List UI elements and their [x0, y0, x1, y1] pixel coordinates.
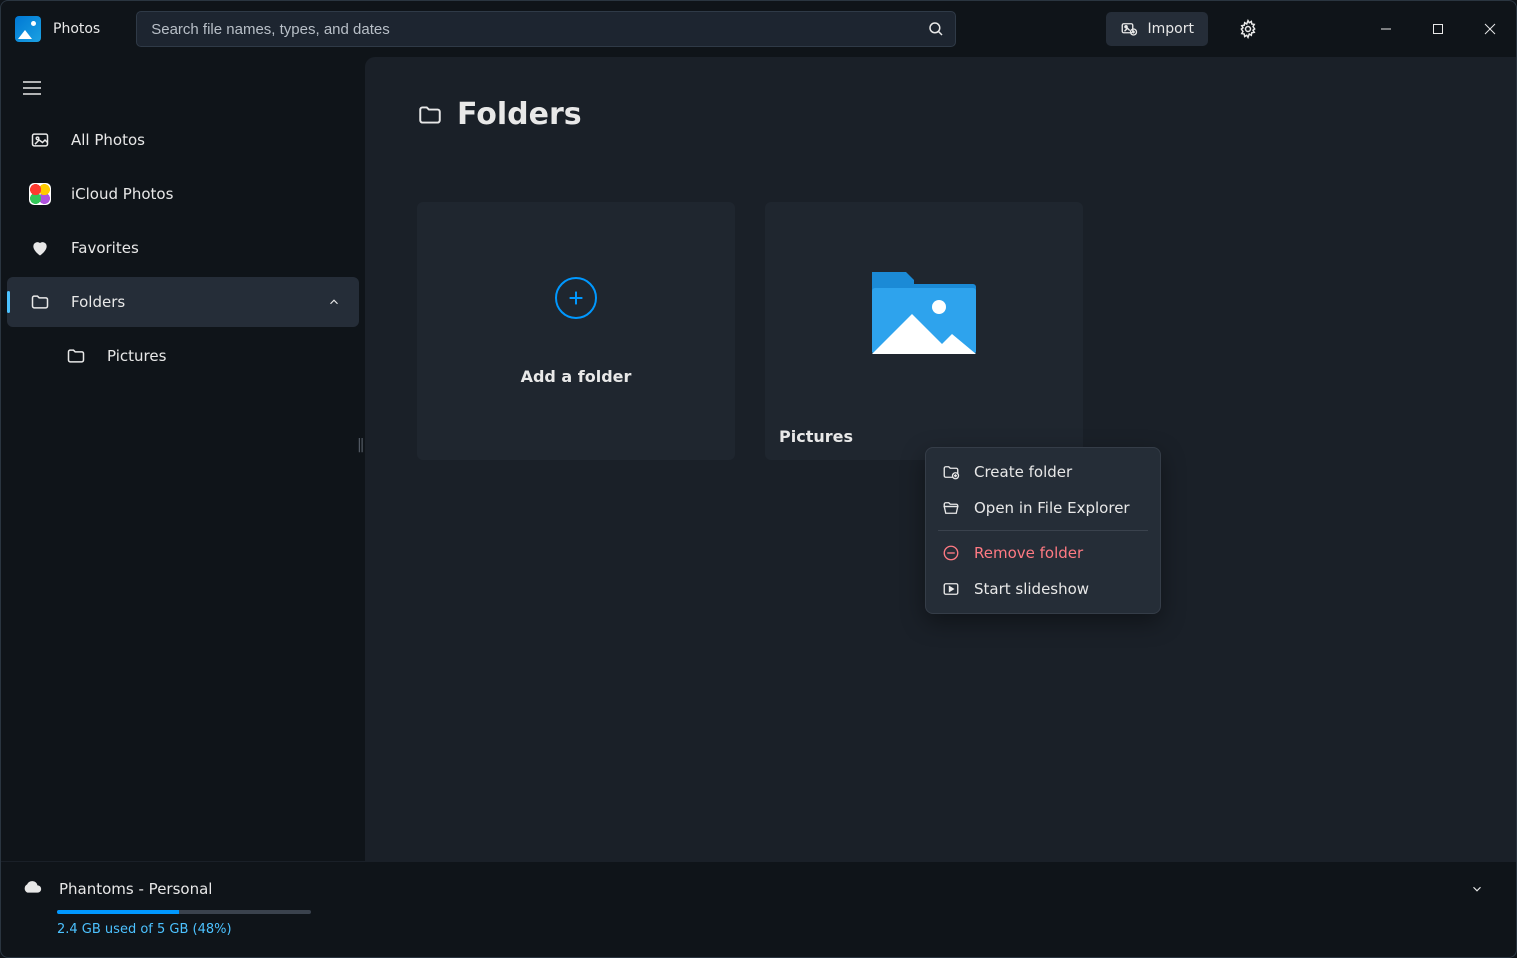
cloud-icon — [21, 878, 43, 900]
import-button[interactable]: Import — [1106, 12, 1208, 46]
search-input[interactable] — [136, 11, 956, 47]
settings-button[interactable] — [1228, 9, 1268, 49]
add-circle-icon — [555, 277, 597, 319]
sidebar-item-label: Favorites — [71, 239, 139, 257]
chevron-up-icon — [327, 295, 341, 309]
pictures-folder-icon — [864, 262, 984, 357]
account-row[interactable]: Phantoms - Personal — [21, 878, 1496, 900]
sidebar-item-all-photos[interactable]: All Photos — [7, 115, 359, 165]
hamburger-icon — [23, 81, 41, 95]
close-button[interactable] — [1464, 1, 1516, 57]
sidebar-item-label: Pictures — [107, 347, 166, 365]
app-name: Photos — [53, 21, 100, 37]
close-icon — [1484, 23, 1496, 35]
search-icon — [927, 20, 945, 38]
context-menu: Create folder Open in File Explorer Remo… — [925, 447, 1161, 614]
storage-text[interactable]: 2.4 GB used of 5 GB (48%) — [57, 922, 1496, 937]
chevron-down-icon — [1470, 882, 1484, 896]
heart-icon — [29, 238, 51, 258]
page-title: Folders — [457, 97, 582, 132]
minimize-button[interactable] — [1360, 1, 1412, 57]
page-header: Folders — [417, 97, 1464, 132]
app-logo-icon — [15, 16, 41, 42]
context-start-slideshow[interactable]: Start slideshow — [932, 571, 1154, 607]
context-open-explorer[interactable]: Open in File Explorer — [932, 490, 1154, 526]
context-create-folder[interactable]: Create folder — [932, 454, 1154, 490]
storage-progress-fill — [57, 910, 179, 914]
footer: Phantoms - Personal 2.4 GB used of 5 GB … — [1, 861, 1516, 957]
sidebar-resize-grip[interactable]: || — [357, 437, 362, 453]
folder-icon — [29, 292, 51, 312]
sidebar: All Photos iCloud Photos Favorites Folde… — [1, 57, 365, 861]
folder-icon — [65, 346, 87, 366]
sidebar-item-icloud-photos[interactable]: iCloud Photos — [7, 169, 359, 219]
context-item-label: Open in File Explorer — [974, 499, 1130, 517]
folder-card-name: Pictures — [779, 427, 853, 446]
sidebar-item-folders[interactable]: Folders — [7, 277, 359, 327]
import-label: Import — [1148, 21, 1194, 37]
folder-plus-icon — [942, 463, 960, 481]
maximize-button[interactable] — [1412, 1, 1464, 57]
context-item-label: Remove folder — [974, 544, 1083, 562]
account-name: Phantoms - Personal — [59, 880, 212, 898]
maximize-icon — [1432, 23, 1444, 35]
storage-progress — [57, 910, 311, 914]
sidebar-item-label: All Photos — [71, 131, 145, 149]
minimize-icon — [1380, 23, 1392, 35]
add-folder-card[interactable]: Add a folder — [417, 202, 735, 460]
sidebar-subitem-pictures[interactable]: Pictures — [7, 331, 359, 381]
context-item-label: Create folder — [974, 463, 1072, 481]
sidebar-item-label: iCloud Photos — [71, 185, 173, 203]
folder-open-icon — [942, 499, 960, 517]
gear-icon — [1238, 19, 1258, 39]
remove-icon — [942, 544, 960, 562]
main-content: || Folders Add a folder Pictur — [365, 57, 1516, 861]
folder-card-pictures[interactable]: Pictures — [765, 202, 1083, 460]
photo-icon — [29, 130, 51, 150]
search-wrap — [136, 11, 956, 47]
icloud-icon — [29, 183, 51, 205]
folder-icon — [417, 102, 443, 128]
titlebar: Photos Import — [1, 1, 1516, 57]
window-controls — [1360, 1, 1516, 57]
slideshow-icon — [942, 580, 960, 598]
search-button[interactable] — [922, 15, 950, 43]
sidebar-item-label: Folders — [71, 293, 125, 311]
context-separator — [938, 530, 1148, 531]
sidebar-item-favorites[interactable]: Favorites — [7, 223, 359, 273]
context-remove-folder[interactable]: Remove folder — [932, 535, 1154, 571]
hamburger-button[interactable] — [1, 71, 61, 113]
context-item-label: Start slideshow — [974, 580, 1089, 598]
add-folder-label: Add a folder — [521, 367, 632, 386]
import-icon — [1120, 20, 1138, 38]
